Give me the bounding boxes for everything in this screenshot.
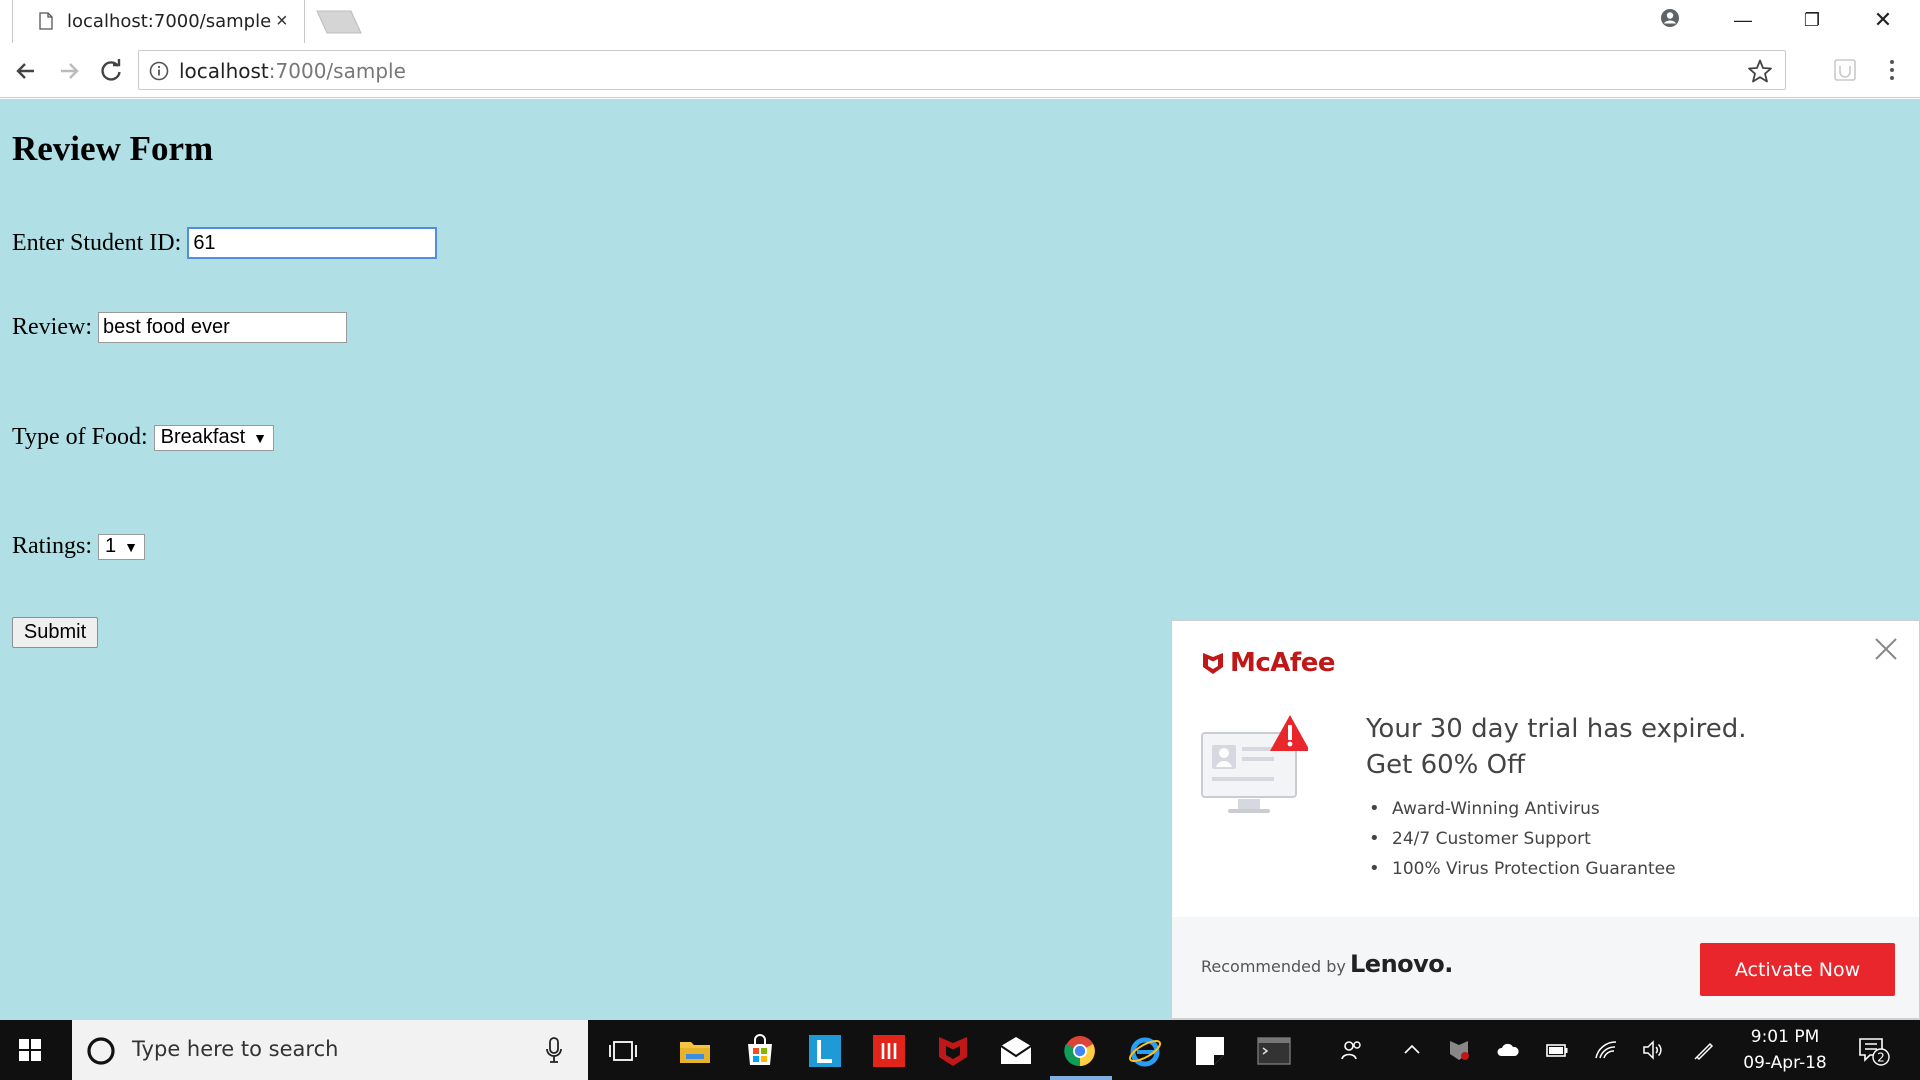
bookmark-star-icon[interactable] (1747, 58, 1773, 84)
clock-time: 9:01 PM (1750, 1027, 1820, 1047)
student-id-field: Enter Student ID: 61 (12, 227, 438, 259)
windows-taskbar: Type here to search 9:01 PM 09-Apr-18 2 (0, 1020, 1920, 1080)
pen-icon[interactable] (1692, 1038, 1716, 1062)
battery-icon[interactable] (1545, 1038, 1569, 1062)
lenovo-logo: Lenovo. (1350, 950, 1453, 978)
forward-arrow-icon[interactable] (55, 57, 83, 85)
feature-list: Award-Winning Antivirus 24/7 Customer Su… (1366, 794, 1676, 884)
red-app-icon[interactable] (872, 1034, 906, 1068)
review-input[interactable]: best food ever (97, 312, 347, 343)
dropdown-arrow-icon: ▼ (253, 429, 267, 446)
clock-date: 09-Apr-18 (1743, 1053, 1827, 1073)
student-id-label: Enter Student ID: (12, 229, 182, 256)
task-view-icon[interactable] (606, 1034, 640, 1068)
list-item: Award-Winning Antivirus (1366, 794, 1676, 824)
mcafee-logo: McAfee (1200, 648, 1336, 678)
microphone-icon[interactable] (546, 1036, 562, 1064)
info-icon[interactable] (149, 61, 169, 81)
account-icon[interactable] (1660, 8, 1680, 28)
headline-line-1: Your 30 day trial has expired. (1366, 714, 1747, 744)
back-arrow-icon[interactable] (12, 57, 40, 85)
close-icon[interactable] (1872, 635, 1900, 663)
food-type-field: Type of Food: Breakfast ▼ (12, 424, 274, 451)
tab-title: localhost:7000/sample (67, 11, 272, 32)
mcafee-brand-text: McAfee (1230, 648, 1336, 678)
review-label: Review: (12, 314, 92, 340)
activate-now-button[interactable]: Activate Now (1700, 943, 1895, 996)
popup-headline: Your 30 day trial has expired. Get 60% O… (1366, 711, 1747, 783)
submit-button[interactable]: Submit (12, 617, 98, 648)
mcafee-shield-icon (1203, 653, 1223, 674)
mcafee-tray-icon[interactable] (1447, 1038, 1471, 1062)
people-icon[interactable] (1340, 1038, 1364, 1062)
new-tab-button[interactable] (313, 9, 365, 35)
chevron-up-icon[interactable] (1400, 1038, 1424, 1062)
monitor-warning-icon (1201, 715, 1308, 813)
rating-label: Ratings: (12, 533, 93, 559)
store-icon[interactable] (743, 1034, 777, 1068)
active-app-indicator (1050, 1076, 1112, 1080)
window-restore-button[interactable]: ❐ (1797, 8, 1827, 34)
mcafee-popup: McAfee Your 30 day trial has expired. Ge… (1171, 620, 1920, 1019)
volume-icon[interactable] (1641, 1038, 1665, 1062)
popup-footer: Recommended by Lenovo. Activate Now (1172, 917, 1919, 1018)
cortana-icon (87, 1037, 115, 1065)
command-prompt-icon[interactable] (1257, 1034, 1291, 1068)
browser-tabstrip: localhost:7000/sample × — ❐ ✕ (0, 0, 1920, 43)
taskbar-search-box[interactable]: Type here to search (72, 1020, 588, 1080)
url-text: localhost:7000/sample (179, 59, 406, 83)
food-type-select[interactable]: Breakfast ▼ (153, 424, 274, 451)
dropdown-arrow-icon: ▼ (124, 538, 138, 555)
review-field: Review: best food ever (12, 312, 347, 343)
list-item: 24/7 Customer Support (1366, 824, 1676, 854)
mcafee-taskbar-icon[interactable] (936, 1034, 970, 1068)
window-close-button[interactable]: ✕ (1868, 8, 1898, 34)
tab-close-icon[interactable]: × (276, 10, 288, 32)
windows-start-icon[interactable] (18, 1038, 42, 1062)
recommended-by-text: Recommended by (1201, 957, 1346, 976)
student-id-input[interactable]: 61 (187, 227, 438, 259)
headline-line-2: Get 60% Off (1366, 750, 1526, 780)
food-type-label: Type of Food: (12, 424, 148, 450)
reload-icon[interactable] (97, 57, 125, 85)
browser-tab[interactable]: localhost:7000/sample × (12, 0, 305, 43)
list-item: 100% Virus Protection Guarantee (1366, 854, 1676, 884)
taskbar-clock[interactable]: 9:01 PM 09-Apr-18 (1740, 1024, 1830, 1076)
rating-value: 1 (105, 535, 117, 557)
mail-icon[interactable] (999, 1034, 1033, 1068)
document-icon (39, 12, 53, 30)
wifi-icon[interactable] (1594, 1038, 1618, 1062)
l-app-icon[interactable] (808, 1034, 842, 1068)
notification-count: 2 (1877, 1051, 1885, 1065)
browser-toolbar: localhost:7000/sample (0, 43, 1920, 98)
notification-center-icon[interactable]: 2 (1856, 1034, 1892, 1068)
rating-field: Ratings: 1 ▼ (12, 533, 145, 560)
internet-explorer-icon[interactable] (1128, 1034, 1162, 1068)
page-title: Review Form (12, 129, 214, 168)
food-type-value: Breakfast (160, 426, 246, 448)
file-explorer-icon[interactable] (678, 1034, 712, 1068)
kebab-menu-icon[interactable] (1886, 57, 1898, 83)
address-bar[interactable]: localhost:7000/sample (138, 50, 1786, 90)
rating-select[interactable]: 1 ▼ (98, 533, 145, 560)
chrome-icon[interactable] (1063, 1034, 1097, 1068)
window-minimize-button[interactable]: — (1728, 8, 1758, 34)
extension-icon[interactable] (1833, 57, 1857, 83)
sticky-notes-icon[interactable] (1193, 1034, 1227, 1068)
search-placeholder: Type here to search (132, 1037, 339, 1061)
onedrive-icon[interactable] (1496, 1038, 1520, 1062)
